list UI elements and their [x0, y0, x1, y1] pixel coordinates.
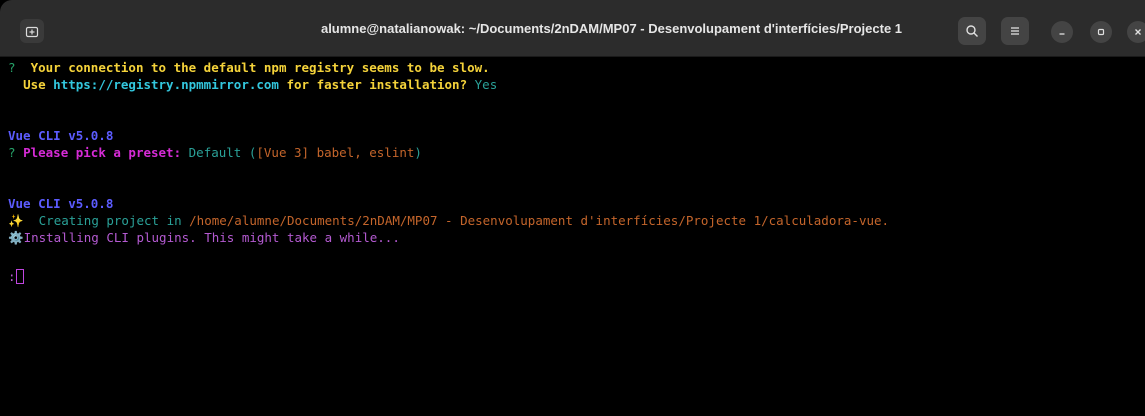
creating-project-text: Creating project in — [38, 213, 190, 228]
vue-cli-version-text: Vue CLI v5.0.8 — [8, 196, 114, 211]
prompt-mark: ? — [8, 145, 16, 160]
preset-answer-highlight: [Vue 3] babel, eslint — [256, 145, 415, 160]
npm-registry-prompt-line-2: Use https://registry.npmmirror.com for f… — [8, 76, 497, 93]
hamburger-menu-icon — [1011, 27, 1019, 35]
menu-button[interactable] — [1001, 17, 1029, 45]
gear-icon: ⚙️ — [8, 230, 24, 245]
terminal-window: alumne@natalianowak: ~/Documents/2nDAM/M… — [0, 0, 1145, 416]
registry-question-line-1: Your connection to the default npm regis… — [30, 60, 490, 75]
registry-answer: Yes — [474, 77, 498, 92]
search-button[interactable] — [958, 17, 986, 45]
registry-question-pre: Use — [23, 77, 54, 92]
npm-registry-prompt-line-1: ? Your connection to the default npm reg… — [8, 59, 490, 76]
registry-question-post: for faster installation? — [278, 77, 468, 92]
title-bar: alumne@natalianowak: ~/Documents/2nDAM/M… — [0, 0, 1145, 57]
close-icon — [1135, 29, 1141, 35]
sparkles-icon: ✨ — [8, 213, 24, 228]
spinner-char: : — [8, 269, 16, 284]
minimize-button[interactable] — [1051, 21, 1073, 43]
installing-plugins-line: ⚙️Installing CLI plugins. This might tak… — [8, 229, 400, 246]
prompt-mark: ? — [8, 60, 16, 75]
search-icon — [966, 25, 978, 37]
vue-cli-version-2: Vue CLI v5.0.8 — [8, 195, 113, 212]
maximize-button[interactable] — [1090, 21, 1112, 43]
spinner-line: : — [8, 268, 24, 285]
maximize-icon — [1097, 28, 1105, 36]
terminal-cursor — [15, 269, 24, 284]
preset-answer-post: ) — [414, 145, 422, 160]
preset-question: Please pick a preset: — [23, 145, 182, 160]
minimize-icon — [1059, 33, 1065, 35]
creating-project-line: ✨ Creating project in /home/alumne/Docum… — [8, 212, 889, 229]
registry-url: https://registry.npmmirror.com — [53, 77, 279, 92]
project-path: /home/alumne/Documents/2nDAM/MP07 - Dese… — [189, 213, 890, 228]
installing-plugins-text: Installing CLI plugins. This might take … — [23, 230, 400, 245]
terminal-output[interactable]: ? Your connection to the default npm reg… — [0, 57, 1145, 416]
close-button[interactable] — [1127, 21, 1145, 43]
vue-cli-version-text: Vue CLI v5.0.8 — [8, 128, 114, 143]
preset-prompt-line: ? Please pick a preset: Default ([Vue 3]… — [8, 144, 422, 161]
vue-cli-version-1: Vue CLI v5.0.8 — [8, 127, 113, 144]
preset-answer-pre: Default ( — [188, 145, 257, 160]
